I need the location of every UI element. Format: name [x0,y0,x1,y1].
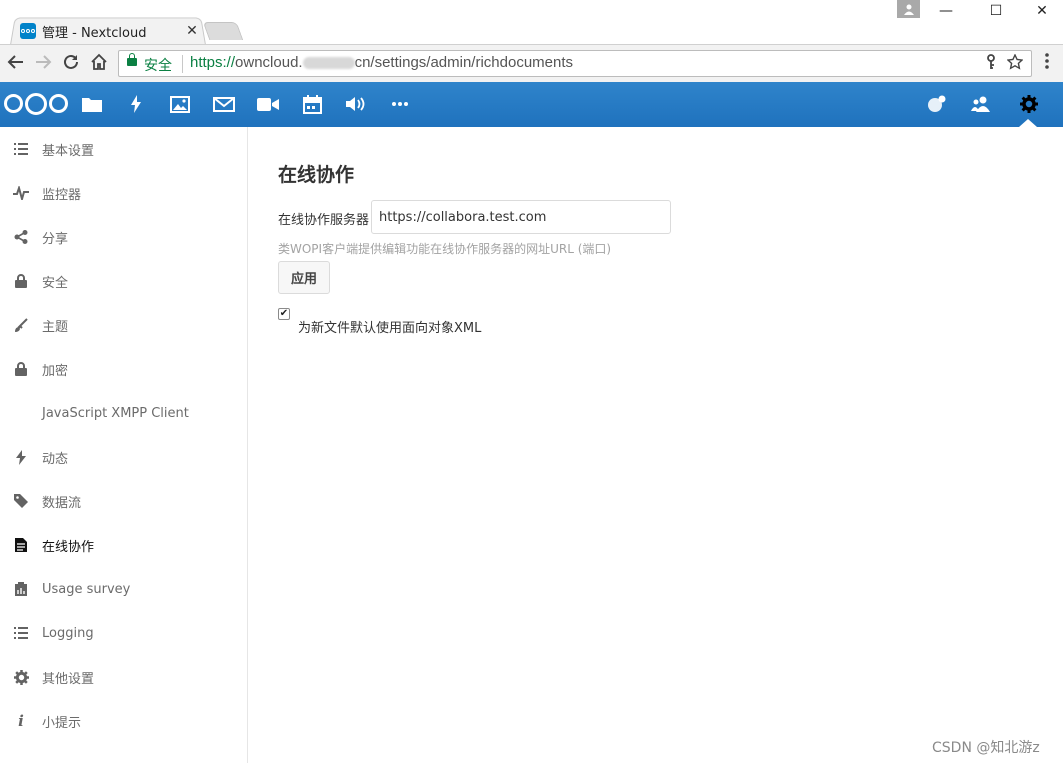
sidebar-item-label: 小提示 [42,715,82,731]
brush-icon [0,303,42,347]
search-contacts-icon[interactable] [926,94,948,114]
info-icon: i [18,712,24,730]
activity-icon[interactable] [125,94,147,114]
nextcloud-header [0,82,1063,127]
tag-icon [0,479,42,523]
new-tab-button[interactable] [202,22,244,40]
sidebar-item-basic-settings[interactable]: 基本设置 [0,127,247,171]
sidebar-item-label: 数据流 [42,495,82,511]
sidebar-item-label: 分享 [42,231,69,247]
back-arrow-icon[interactable] [6,53,26,73]
sidebar-item-label: 动态 [42,451,69,467]
url-host: owncloud. [235,54,303,71]
url-text[interactable]: https://owncloud. cn/settings/admin/richd… [190,54,573,71]
mail-icon[interactable] [213,94,235,114]
default-ooxml-checkbox[interactable]: ✔ [278,308,290,320]
url-scheme: https:// [190,54,236,71]
settings-sidebar: 基本设置 监控器 分享 安全 主题 加密 JavaScript XMPP Cli… [0,127,248,763]
default-ooxml-label[interactable]: 为新文件默认使用面向对象XML [298,317,481,336]
activity-icon [0,435,42,479]
server-url-input[interactable] [371,200,671,234]
sidebar-item-label: Usage survey [42,581,131,597]
list-icon [0,611,42,655]
sidebar-item-online-collaboration[interactable]: 在线协作 [0,523,247,567]
sidebar-item-additional-settings[interactable]: 其他设置 [0,655,247,699]
star-icon[interactable] [1006,53,1024,74]
calendar-icon[interactable] [301,94,323,114]
sidebar-item-label: 在线协作 [42,539,95,555]
sidebar-item-theming[interactable]: 主题 [0,303,247,347]
video-icon[interactable] [257,94,279,114]
reload-icon[interactable] [61,53,81,73]
window-close-button[interactable]: ✕ [1027,3,1057,21]
sidebar-item-encryption[interactable]: 加密 [0,347,247,391]
home-icon[interactable] [89,53,109,73]
sidebar-item-xmpp-client[interactable]: JavaScript XMPP Client [0,391,247,435]
sidebar-item-tips[interactable]: i 小提示 [0,699,247,743]
sidebar-item-security[interactable]: 安全 [0,259,247,303]
settings-icon[interactable] [1018,94,1040,114]
sidebar-item-label: 安全 [42,275,69,291]
document-icon [0,523,42,567]
server-url-hint: 类WOPI客户端提供编辑功能在线协作服务器的网址URL (端口) [278,242,612,256]
key-icon[interactable] [985,54,997,74]
sidebar-item-label: JavaScript XMPP Client [42,405,189,421]
sidebar-item-label: 监控器 [42,187,82,203]
nextcloud-favicon-icon [20,23,36,39]
share-icon [0,215,42,259]
gear-icon [0,655,42,699]
tab-close-icon[interactable]: ✕ [184,23,200,39]
window-maximize-button[interactable]: ☐ [981,3,1011,21]
pulse-icon [0,171,42,215]
browser-toolbar: 安全 https://owncloud. cn/settings/admin/ri… [0,44,1063,82]
server-url-label: 在线协作服务器 [278,213,370,228]
sidebar-item-label: Logging [42,625,94,641]
sidebar-item-logging[interactable]: Logging [0,611,247,655]
browser-tabstrip: 管理 - Nextcloud ✕ — ☐ ✕ [0,0,1063,45]
audio-icon[interactable] [345,94,367,114]
user-profile-icon[interactable] [897,0,920,18]
nextcloud-logo-icon[interactable] [4,92,70,115]
sidebar-item-label: 其他设置 [42,671,95,687]
settings-content: 在线协作 在线协作服务器 类WOPI客户端提供编辑功能在线协作服务器的网址URL… [248,127,1063,763]
sidebar-item-label: 基本设置 [42,143,95,159]
window-minimize-button[interactable]: — [931,3,961,21]
sidebar-item-sharing[interactable]: 分享 [0,215,247,259]
url-redacted [302,57,355,70]
address-bar[interactable]: 安全 https://owncloud. cn/settings/admin/ri… [118,50,1032,77]
url-path: cn/settings/admin/richdocuments [354,54,574,71]
sidebar-item-usage-survey[interactable]: Usage survey [0,567,247,611]
list-icon [0,127,42,171]
sidebar-item-label: 主题 [42,319,69,335]
secure-label: 安全 [144,58,172,74]
browser-tab-title: 管理 - Nextcloud [42,25,147,41]
files-icon[interactable] [81,94,103,114]
lock-icon [0,259,42,303]
watermark: CSDN @知北游z [932,740,1040,756]
sidebar-item-activity[interactable]: 动态 [0,435,247,479]
browser-tab-content[interactable]: 管理 - Nextcloud ✕ [20,20,200,42]
settings-active-indicator [1019,119,1037,127]
contacts-icon[interactable] [970,94,992,114]
forward-arrow-icon[interactable] [33,53,53,73]
menu-icon[interactable] [1040,53,1054,69]
page-title: 在线协作 [278,164,355,186]
survey-icon [0,567,42,611]
blank-icon [0,391,42,435]
more-icon[interactable] [389,94,411,114]
sidebar-item-monitoring[interactable]: 监控器 [0,171,247,215]
lock-icon [0,347,42,391]
apply-button[interactable]: 应用 [278,261,330,294]
lock-icon [127,53,137,66]
gallery-icon[interactable] [169,94,191,114]
sidebar-item-workflow[interactable]: 数据流 [0,479,247,523]
address-divider [182,55,183,73]
sidebar-item-label: 加密 [42,363,69,379]
